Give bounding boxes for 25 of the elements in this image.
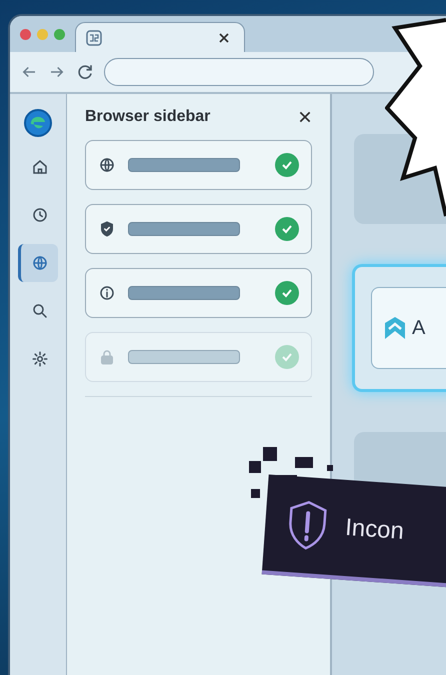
sidebar-item[interactable] (85, 140, 312, 190)
globe-icon (98, 156, 116, 174)
lock-icon (98, 348, 116, 366)
tab-favicon-icon (86, 30, 102, 46)
clock-icon (30, 206, 48, 224)
shield-icon (98, 220, 116, 238)
sidebar-item[interactable] (85, 268, 312, 318)
panel-title: Browser sidebar (85, 108, 210, 126)
browser-tab[interactable] (75, 22, 245, 52)
close-button[interactable] (298, 110, 312, 124)
reload-icon[interactable] (76, 63, 94, 81)
sidebar-item[interactable] (85, 204, 312, 254)
home-icon (30, 158, 48, 176)
close-light[interactable] (20, 28, 31, 40)
close-icon[interactable] (218, 32, 230, 44)
rail-button[interactable] (18, 244, 58, 282)
settings-icon (30, 350, 48, 368)
address-field[interactable] (104, 58, 374, 86)
search-icon (30, 302, 48, 320)
info-icon (98, 284, 116, 302)
alert-text: Incon (344, 514, 405, 546)
globe-icon (30, 254, 48, 272)
chevron-logo-icon (384, 316, 406, 340)
browser-logo-icon (23, 108, 53, 138)
card-label: A (412, 316, 426, 340)
